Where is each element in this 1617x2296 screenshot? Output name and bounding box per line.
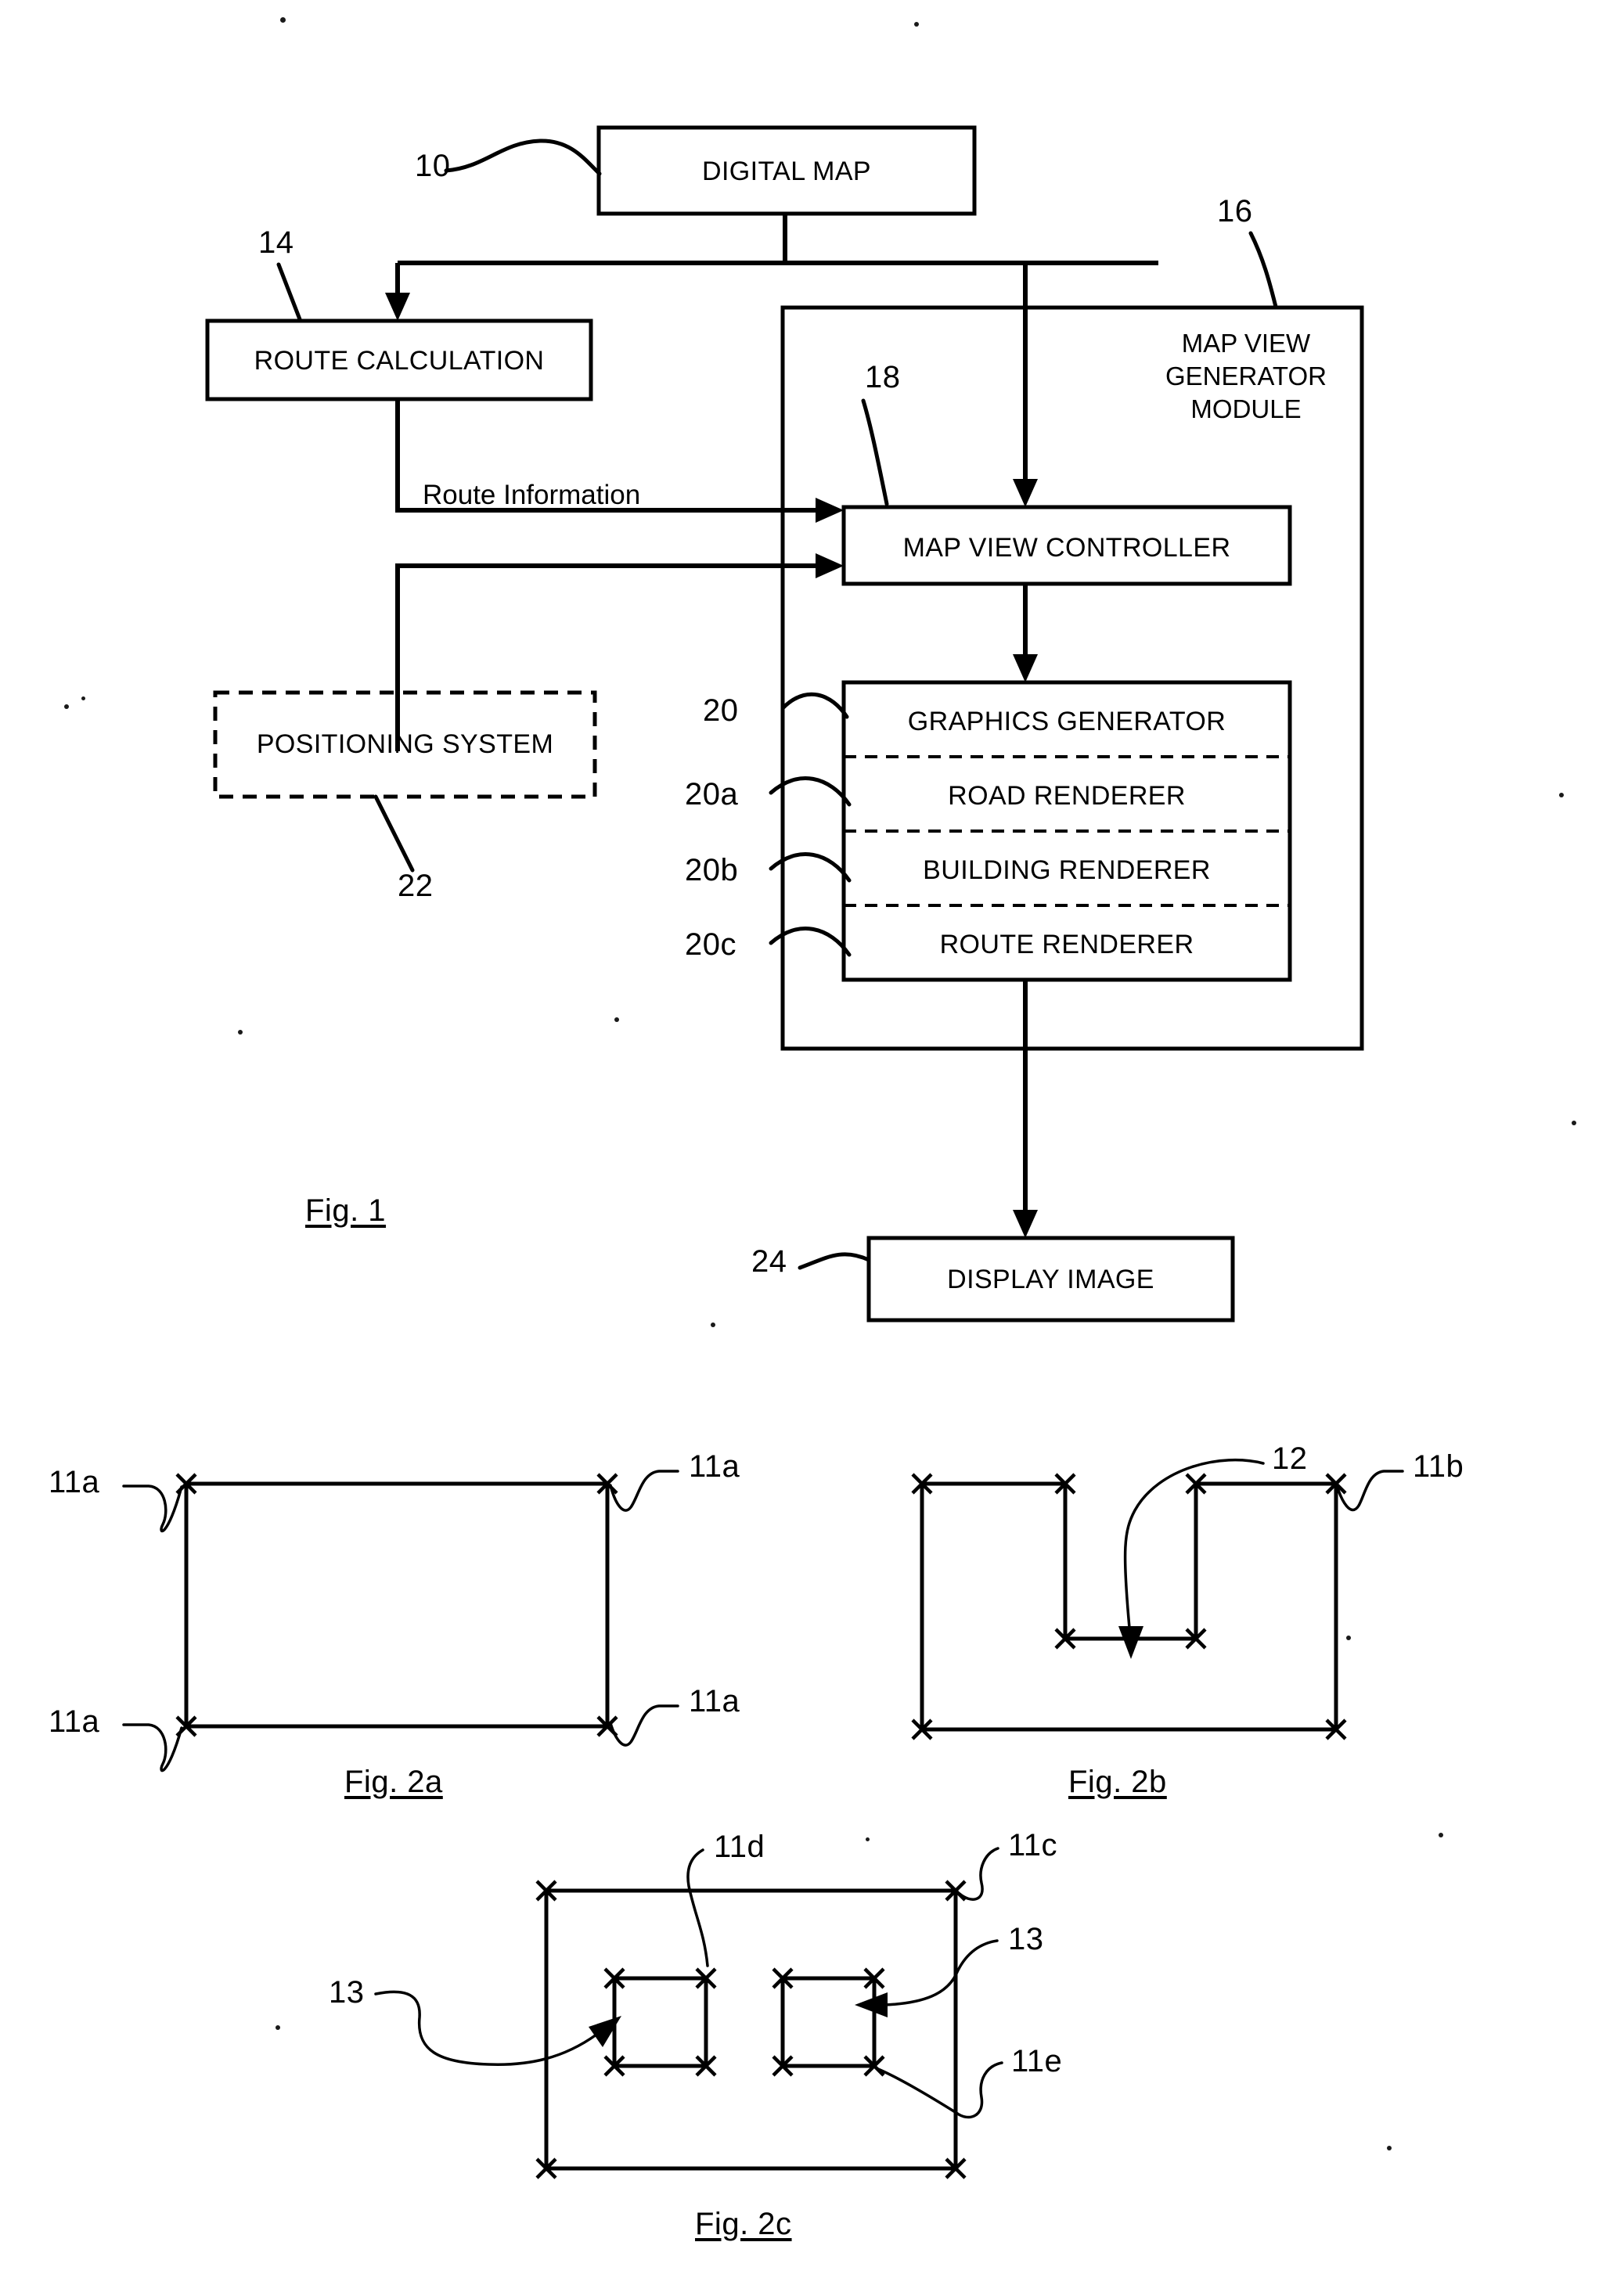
fig2c-ref-13-left-arrowhead <box>589 2016 621 2047</box>
display-image-label: DISPLAY IMAGE <box>947 1265 1154 1294</box>
map-view-generator-module-label: MAP VIEW GENERATOR MODULE <box>1165 329 1327 424</box>
fig2a-ref-top-right: 11a <box>689 1449 740 1484</box>
fig2c-ref-13-right-leader <box>883 1939 999 2006</box>
fig2a-ref-bottom-right: 11a <box>689 1684 740 1718</box>
scan-speck <box>280 17 286 23</box>
ref-20b-label: 20b <box>685 853 739 887</box>
figure-vector-layer <box>122 125 1404 2179</box>
scan-speck <box>1346 1636 1351 1640</box>
map-view-controller-label: MAP VIEW CONTROLLER <box>902 533 1231 563</box>
ref-10-leader <box>444 139 602 176</box>
fig2a-vertex-markers <box>175 1473 618 1737</box>
fig1-caption: Fig. 1 <box>305 1193 387 1228</box>
fig2c-hole-right <box>780 1976 877 2068</box>
scan-speck <box>1572 1121 1576 1125</box>
ref-18-label: 18 <box>865 360 901 394</box>
scan-speck <box>276 2025 280 2030</box>
ref-20-label: 20 <box>703 693 739 728</box>
fig2a-caption: Fig. 2a <box>344 1765 443 1799</box>
scan-speck <box>614 1017 619 1022</box>
scan-speck <box>64 704 69 709</box>
ref-14-label: 14 <box>258 225 294 260</box>
fig2c-ref-11d: 11d <box>714 1830 765 1864</box>
scan-speck <box>1387 2146 1392 2150</box>
ref-16-leader <box>1248 231 1278 309</box>
arrow-map-view-controller <box>1013 479 1038 507</box>
route-renderer-label: ROUTE RENDERER <box>939 930 1194 959</box>
building-renderer-label: BUILDING RENDERER <box>923 855 1211 885</box>
ref-22-label: 22 <box>398 869 434 903</box>
positioning-system-edge <box>395 563 823 751</box>
ref-20a-label: 20a <box>685 777 739 812</box>
fig2a-ref-bl-leader <box>122 1723 183 1772</box>
fig2c-ref-11c: 11c <box>1008 1828 1058 1862</box>
fig2b-ref-11b-leader <box>1335 1470 1404 1512</box>
ref-14-leader <box>276 262 302 322</box>
graphics-generator-label: GRAPHICS GENERATOR <box>907 707 1226 736</box>
fig2c-ref-11d-leader <box>686 1848 709 1967</box>
digital-map-label: DIGITAL MAP <box>702 157 871 186</box>
fig2c-hole-left <box>612 1976 708 2068</box>
route-information-label: Route Information <box>423 480 641 510</box>
digital-map-bus <box>398 214 1158 265</box>
scan-speck <box>81 696 85 700</box>
fig2b-caption: Fig. 2b <box>1068 1765 1167 1799</box>
fig2b-ref-11b: 11b <box>1413 1449 1464 1484</box>
fig2c-ref-13-left: 13 <box>329 1975 365 2010</box>
ref-24-leader <box>798 1252 871 1270</box>
fig2a-ref-bottom-left: 11a <box>49 1704 100 1739</box>
scan-speck <box>1439 1833 1443 1837</box>
scan-speck <box>1559 793 1564 797</box>
fig2b-vertex-markers <box>911 1473 1347 1740</box>
arrow-display-image <box>1013 1210 1038 1238</box>
ref-20c-label: 20c <box>685 927 736 962</box>
fig2a-ref-top-left: 11a <box>49 1465 100 1499</box>
ref-22-leader <box>373 794 415 873</box>
fig2c-ref-11c-leader <box>958 1847 999 1901</box>
ref-20-leader <box>780 692 849 719</box>
arrow-positioning <box>816 553 844 578</box>
positioning-system-label: POSITIONING SYSTEM <box>256 729 554 759</box>
road-renderer-label: ROAD RENDERER <box>948 781 1186 811</box>
fig2c-ref-13-right-arrowhead <box>855 1992 888 2017</box>
scan-speck <box>866 1837 870 1841</box>
scan-speck <box>238 1030 243 1035</box>
ref-10-label: 10 <box>415 149 451 183</box>
patent-drawing-sheet: DIGITAL MAP 10 ROUTE CALCULATION 14 MAP … <box>0 0 1617 2296</box>
arrow-route-info <box>816 498 844 523</box>
fig2c-ref-13-left-leader <box>374 1990 598 2066</box>
fig2a-rectangle <box>184 1481 610 1729</box>
fig2a-ref-tr-leader <box>609 1470 679 1512</box>
ref-16-label: 16 <box>1217 194 1253 229</box>
fig2c-ref-11e: 11e <box>1011 2044 1063 2078</box>
ref-18-leader <box>861 398 889 506</box>
fig2b-ref-12-arrowhead <box>1118 1626 1143 1659</box>
scan-speck <box>711 1323 715 1327</box>
fig2a-ref-tl-leader <box>122 1484 183 1533</box>
fig2c-ref-13-right: 13 <box>1008 1922 1044 1956</box>
scan-speck <box>914 22 919 27</box>
fig2a-ref-br-leader <box>609 1704 679 1747</box>
fig2c-ref-11e-leader <box>877 2061 1003 2119</box>
route-calculation-label: ROUTE CALCULATION <box>254 346 545 376</box>
fig2c-caption: Fig. 2c <box>695 2207 792 2241</box>
arrow-generator <box>1013 654 1038 682</box>
fig2b-ref-12: 12 <box>1272 1441 1308 1476</box>
arrow-route-calculation <box>385 293 410 321</box>
ref-24-label: 24 <box>751 1244 787 1279</box>
